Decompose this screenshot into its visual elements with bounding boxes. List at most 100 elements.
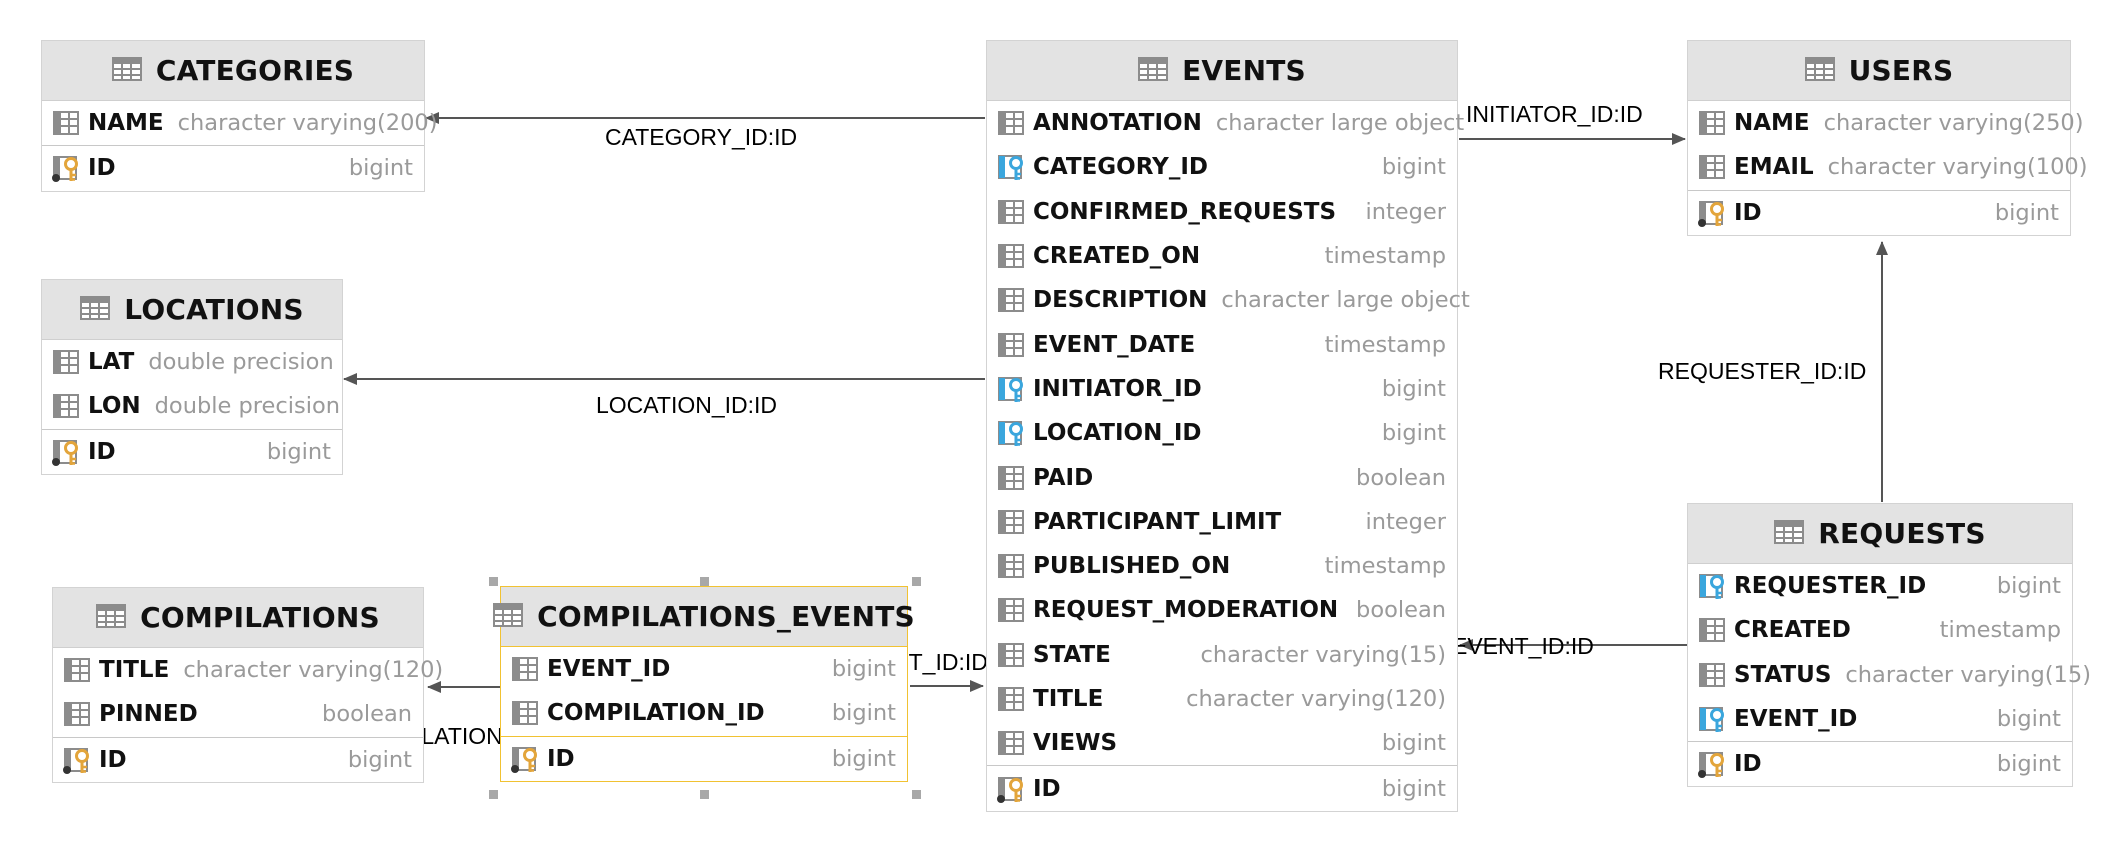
entity-header[interactable]: CATEGORIES [42,41,424,101]
columns-section: TITLE character varying(120) PINNED boolean [53,648,443,737]
entity-header[interactable]: COMPILATIONS [53,588,423,648]
entity-header[interactable]: REQUESTS [1688,504,2072,564]
column-row[interactable]: INITIATOR_ID bigint [987,367,1457,411]
column-row[interactable]: CATEGORY_ID bigint [987,145,1457,189]
resize-handle[interactable] [912,577,921,586]
column-row[interactable]: COMPILATION_ID bigint [501,691,907,735]
column-name: ID [88,155,116,182]
column-row[interactable]: REQUESTER_ID bigint [1688,564,2072,608]
column-type: character varying(250) [1823,110,2084,137]
relation-label-requester: REQUESTER_ID:ID [1658,358,1867,384]
column-name: REQUEST_MODERATION [1033,597,1339,624]
column-name: CONFIRMED_REQUESTS [1033,198,1337,225]
column-name: LOCATION_ID [1033,420,1202,447]
column-row[interactable]: NAME character varying(250) [1688,101,2084,145]
column-icon [996,242,1026,270]
column-row[interactable]: PARTICIPANT_LIMIT integer [987,500,1457,544]
entity-header[interactable]: EVENTS [987,41,1457,101]
entity-users[interactable]: USERS NAME character varying(250) EMAIL char… [1687,40,2088,236]
column-row[interactable]: CREATED timestamp [1688,608,2072,652]
entity-title: COMPILATIONS [140,601,380,634]
column-type: bigint [1381,154,1446,181]
column-row[interactable]: ID bigint [987,766,1457,810]
foreign-key-icon [1697,572,1727,600]
column-row[interactable]: CONFIRMED_REQUESTS integer [987,190,1457,234]
primary-key-section: ID bigint [42,145,424,190]
entity-events[interactable]: EVENTS ANNOTATION character large object CA… [986,40,1470,812]
column-type: bigint [1996,706,2061,733]
column-row[interactable]: DESCRIPTION character large object [987,278,1470,322]
column-row[interactable]: STATE character varying(15) [987,633,1457,677]
primary-key-icon [1697,750,1727,779]
column-type: timestamp [1324,243,1446,270]
column-row[interactable]: EMAIL character varying(100) [1688,145,2088,189]
column-row[interactable]: STATUS character varying(15) [1688,653,2091,697]
column-icon [1697,109,1727,137]
column-row[interactable]: EVENT_ID bigint [1688,697,2072,741]
column-type: bigint [1381,375,1446,402]
entity-compilations[interactable]: COMPILATIONS TITLE character varying(120) P… [52,587,443,783]
column-type: bigint [831,656,896,683]
entity-categories[interactable]: CATEGORIES NAME character varying(200) ID bi… [41,40,438,192]
primary-key-section: ID bigint [1688,741,2072,786]
column-type: bigint [1381,730,1446,757]
column-row[interactable]: VIEWS bigint [987,721,1457,765]
resize-handle[interactable] [912,790,921,799]
column-row[interactable]: ID bigint [53,738,423,782]
entity-header[interactable]: USERS [1688,41,2070,101]
primary-key-icon [996,775,1026,803]
er-diagram-canvas: CATEGORY_ID:ID LOCATION_ID:ID INITIATOR_… [0,0,2104,850]
column-row[interactable]: ID bigint [42,146,424,190]
columns-section: NAME character varying(250) EMAIL character… [1688,101,2088,190]
foreign-key-icon [996,153,1026,181]
column-icon [996,464,1026,492]
column-row[interactable]: ID bigint [42,430,342,474]
column-row[interactable]: PAID boolean [987,455,1457,499]
entity-header[interactable]: LOCATIONS [42,280,342,340]
entity-title: COMPILATIONS_EVENTS [537,600,915,633]
resize-handle[interactable] [700,790,709,799]
column-row[interactable]: PUBLISHED_ON timestamp [987,544,1457,588]
column-name: ID [1734,199,1762,226]
column-icon [51,392,81,420]
column-type: bigint [266,438,331,465]
primary-key-section: ID bigint [501,735,907,781]
column-name: PUBLISHED_ON [1033,553,1231,580]
column-row[interactable]: REQUEST_MODERATION boolean [987,588,1457,632]
column-row[interactable]: PINNED boolean [53,692,423,736]
column-name: LAT [88,349,135,376]
column-name: PARTICIPANT_LIMIT [1033,508,1282,535]
resize-handle[interactable] [489,577,498,586]
column-row[interactable]: NAME character varying(200) [42,101,438,145]
column-row[interactable]: CREATED_ON timestamp [987,234,1457,278]
column-row[interactable]: TITLE character varying(120) [53,648,443,692]
column-icon [62,656,92,684]
column-row[interactable]: ID bigint [1688,191,2070,235]
column-row[interactable]: EVENT_ID bigint [501,647,907,691]
entity-locations[interactable]: LOCATIONS LAT double precision LON double pr… [41,279,343,475]
column-row[interactable]: LON double precision [42,384,342,428]
primary-key-section: ID bigint [42,428,342,474]
column-row[interactable]: ID bigint [1688,742,2072,786]
resize-handle[interactable] [700,577,709,586]
column-row[interactable]: LAT double precision [42,340,342,384]
primary-key-section: ID bigint [1688,189,2070,235]
column-row[interactable]: LOCATION_ID bigint [987,411,1457,455]
entity-requests[interactable]: REQUESTS REQUESTER_ID bigint CREATED timesta… [1687,503,2091,788]
column-row[interactable]: ID bigint [501,737,907,781]
column-row[interactable]: ANNOTATION character large object [987,101,1464,145]
resize-handle[interactable] [489,790,498,799]
column-icon [996,729,1026,757]
entity-compilations-events[interactable]: COMPILATIONS_EVENTS EVENT_ID bigint COMPILA… [493,586,915,782]
column-type: timestamp [1939,617,2061,644]
column-row[interactable]: EVENT_DATE timestamp [987,322,1457,366]
column-name: ANNOTATION [1033,110,1202,137]
column-type: bigint [1381,775,1446,802]
table-icon [96,603,127,633]
column-row[interactable]: TITLE character varying(120) [987,677,1457,721]
column-type: character large object [1215,110,1465,137]
columns-section: LAT double precision LON double precision [42,340,342,429]
column-name: CREATED_ON [1033,243,1201,270]
entity-header[interactable]: COMPILATIONS_EVENTS [493,587,915,647]
column-icon [1697,616,1727,644]
